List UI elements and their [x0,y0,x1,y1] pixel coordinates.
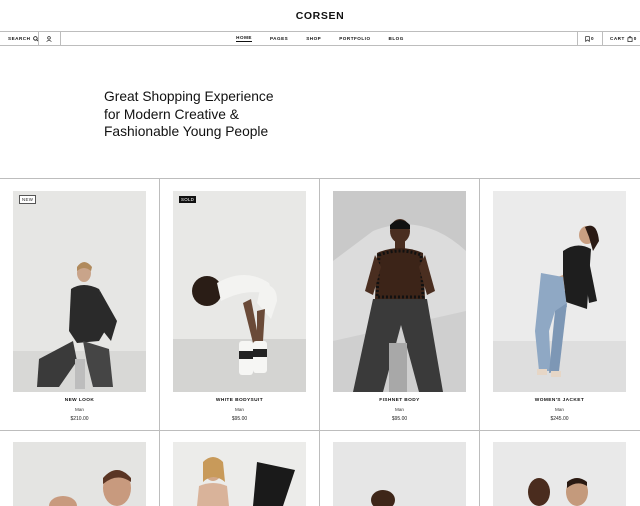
cart-label: CART [610,36,625,41]
product-price: $210.00 [70,416,89,422]
logo[interactable]: CORSEN [0,10,640,22]
nav-link-portfolio[interactable]: PORTFOLIO [339,36,370,42]
hero-line: Great Shopping Experience [104,89,274,104]
hero-line: for Modern Creative & [104,106,239,122]
product-name[interactable]: FISHNET BODY [320,398,479,403]
bookmark-icon [585,35,590,42]
header: CORSEN [0,0,640,31]
product-card[interactable]: WOMEN'S JACKET Man $245.00 [480,178,639,430]
product-card[interactable] [480,430,639,506]
sold-badge: SOLD [179,196,197,203]
shopping-bag-icon [627,35,633,42]
divider [577,32,578,45]
product-name[interactable]: WOMEN'S JACKET [480,398,639,403]
product-category[interactable]: Man [160,407,319,412]
new-badge: NEW [19,195,37,204]
product-name[interactable]: WHITE BODYSUIT [160,398,319,403]
product-image[interactable] [173,442,306,506]
product-price: $95.00 [391,416,408,422]
product-card[interactable] [0,430,159,506]
main-navigation: SEARCH HOME PAGES SHOP PORTFOLIO BLOG 0 … [0,31,640,46]
wishlist-button[interactable]: 0 [585,32,594,45]
cart-count: 0 [633,36,637,41]
product-card[interactable] [160,430,319,506]
product-category[interactable]: Man [320,407,479,412]
product-image[interactable] [13,191,146,392]
product-card[interactable]: NEW LOOK Man $210.00 [0,178,159,430]
nav-link-pages[interactable]: PAGES [270,36,288,42]
product-image[interactable] [333,442,466,506]
product-image[interactable] [173,191,306,392]
divider [602,32,603,45]
product-card[interactable]: WHITE BODYSUIT Man $95.00 [160,178,319,430]
cart-button[interactable]: CART 0 [610,32,637,45]
product-grid: NEW LOOK Man $210.00 WHITE BODYSUIT Man … [0,178,640,506]
product-image[interactable] [493,442,626,506]
product-category[interactable]: Man [480,407,639,412]
product-image[interactable] [493,191,626,392]
product-price: $245.00 [550,416,569,422]
product-card[interactable] [320,430,479,506]
hero-line: Fashionable Young People [104,124,269,139]
product-card[interactable]: FISHNET BODY Man $95.00 [320,178,479,430]
hero-heading: Great Shopping Experience for Modern Cre… [104,88,344,141]
product-image[interactable] [333,191,466,392]
nav-link-shop[interactable]: SHOP [306,36,321,42]
nav-link-blog[interactable]: BLOG [389,36,404,42]
nav-link-home[interactable]: HOME [236,35,252,42]
wishlist-count: 0 [591,36,595,41]
product-image[interactable] [13,442,146,506]
product-name[interactable]: NEW LOOK [0,398,159,403]
nav-links: HOME PAGES SHOP PORTFOLIO BLOG [0,32,640,45]
product-price: $95.00 [231,416,248,422]
product-category[interactable]: Man [0,407,159,412]
